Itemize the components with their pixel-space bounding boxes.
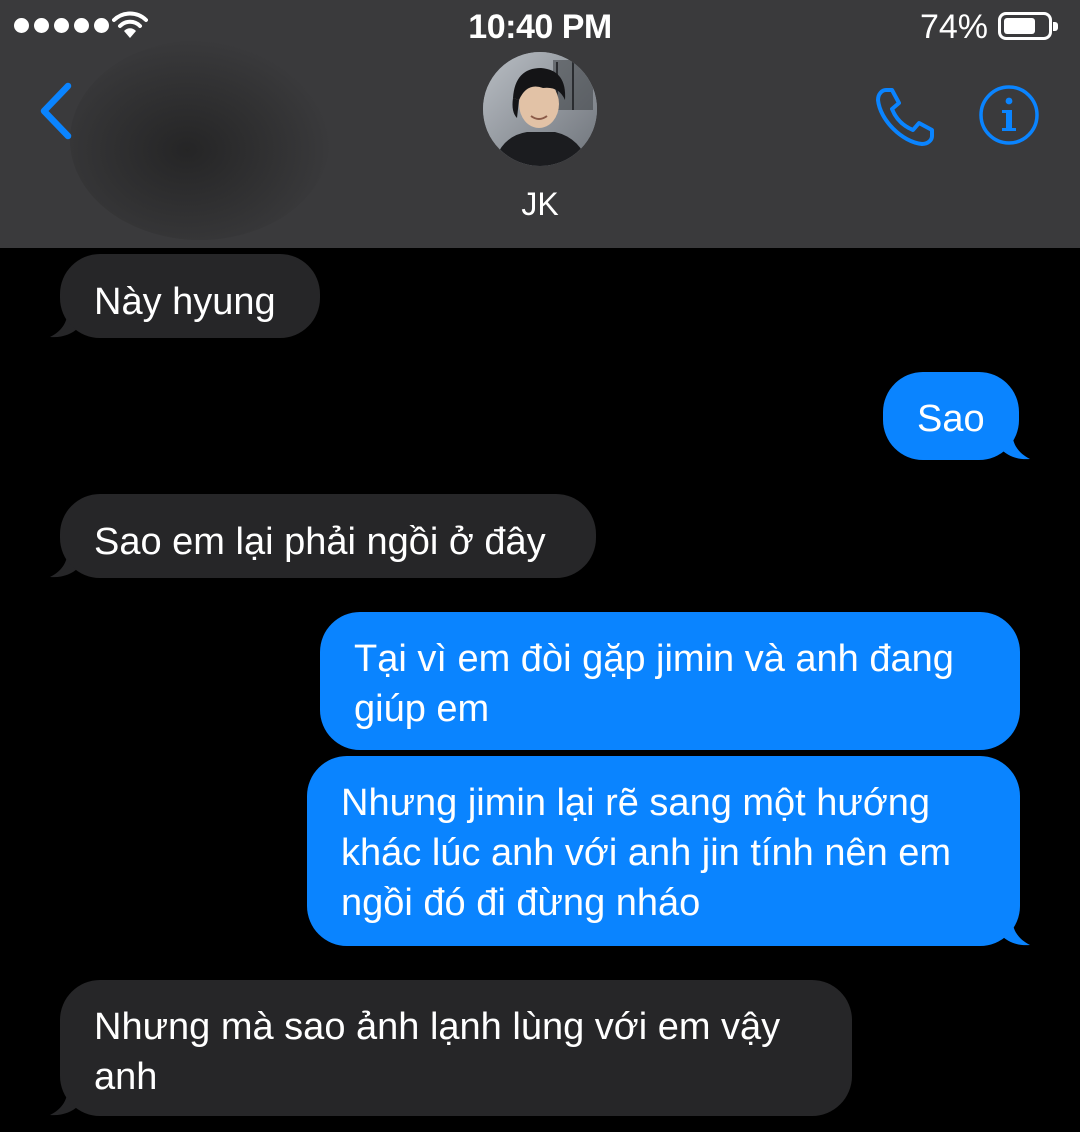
status-time: 10:40 PM xyxy=(468,8,612,46)
incoming-message[interactable]: Nhưng mà sao ảnh lạnh lùng với em vậy an… xyxy=(60,980,852,1116)
outgoing-message[interactable]: Tại vì em đòi gặp jimin và anh đang giúp… xyxy=(320,612,1020,750)
incoming-message[interactable]: Sao em lại phải ngồi ở đây xyxy=(60,494,596,578)
battery-fill xyxy=(1004,18,1035,34)
incoming-message[interactable]: Này hyung xyxy=(60,254,320,338)
phone-icon[interactable] xyxy=(872,84,938,150)
battery-icon xyxy=(998,12,1058,40)
outgoing-message[interactable]: Nhưng jimin lại rẽ sang một hướng khác l… xyxy=(307,756,1020,946)
conversation-header: 10:40 PM 74% JK xyxy=(0,0,1080,248)
status-bar: 10:40 PM 74% xyxy=(0,0,1080,56)
contact-avatar[interactable] xyxy=(483,52,597,166)
battery-percent: 74% xyxy=(919,8,988,46)
outgoing-message[interactable]: Sao xyxy=(883,372,1019,460)
info-icon[interactable] xyxy=(978,84,1040,146)
avatar-photo xyxy=(483,52,597,166)
contact-name[interactable]: JK xyxy=(0,186,1080,223)
back-chevron-icon[interactable] xyxy=(32,80,82,142)
